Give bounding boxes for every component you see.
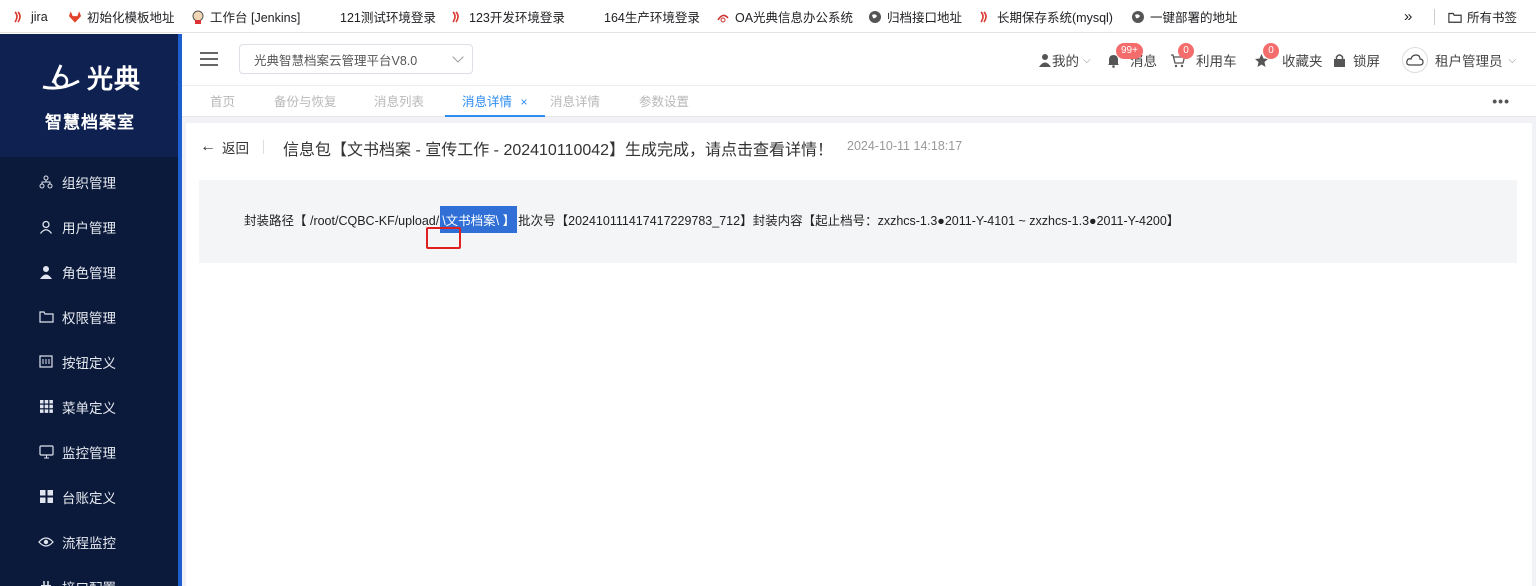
annotation-box xyxy=(426,227,461,249)
cloud-icon xyxy=(1406,54,1424,66)
bookmark-deploy[interactable]: 一键部署的地址 xyxy=(1131,0,1238,33)
tab-home[interactable]: 首页 xyxy=(210,87,235,117)
logo-icon xyxy=(42,64,80,90)
jira-icon xyxy=(12,10,26,24)
user-icon xyxy=(38,219,54,235)
app-subtitle: 智慧档案室 xyxy=(45,112,135,132)
batch-text: 批次号【20241011141741722978​3_712】封装内容【起止档号… xyxy=(518,213,1180,228)
mine-menu[interactable]: 我的 ⌵ xyxy=(1038,50,1091,70)
folder-icon xyxy=(38,309,54,325)
platform-select[interactable]: 光典智慧档案云管理平台V8.0 xyxy=(239,44,473,74)
sidebar-item-ledger[interactable]: 台账定义 xyxy=(0,474,180,519)
logo-area: 光典 智慧档案室 xyxy=(0,34,180,157)
message-time: 2024-10-11 14:18:17 xyxy=(847,139,963,153)
sidebar: 光典 智慧档案室 组织管理 用户管理 角色管理 权限管理 按钮定义 菜单定义 监… xyxy=(0,34,180,586)
arrow-left-icon: ← xyxy=(200,138,216,155)
divider xyxy=(263,140,264,154)
plug-icon xyxy=(38,579,54,586)
bookmark-121[interactable]: 121测试环境登录 xyxy=(340,0,436,33)
lock-screen-button[interactable]: 锁屏 xyxy=(1333,50,1380,70)
more-tabs-icon[interactable]: ••• xyxy=(1492,93,1510,109)
close-icon[interactable]: × xyxy=(521,95,528,109)
lock-icon xyxy=(1334,53,1345,67)
favorites-badge: 0 xyxy=(1263,43,1279,59)
sidebar-item-users[interactable]: 用户管理 xyxy=(0,204,180,249)
bookmark-archive-api[interactable]: 归档接口地址 xyxy=(868,0,962,33)
sidebar-item-monitor[interactable]: 监控管理 xyxy=(0,429,180,474)
bookmark-123[interactable]: 123开发环境登录 xyxy=(450,0,565,33)
bookmark-164[interactable]: 164生产环境登录 xyxy=(604,0,700,33)
role-icon xyxy=(38,264,54,280)
eye-icon xyxy=(38,534,54,550)
avatar xyxy=(1402,47,1428,73)
tab-bar: 首页 备份与恢复 消息列表 消息详情 × 消息详情 参数设置 ••• xyxy=(182,87,1536,117)
user-icon xyxy=(1039,54,1051,67)
gitlab-icon xyxy=(68,10,82,24)
chevron-down-icon xyxy=(452,51,464,63)
logo-icon xyxy=(716,10,730,24)
button-icon xyxy=(38,354,54,370)
tab-parameters[interactable]: 参数设置 xyxy=(639,87,689,117)
monitor-icon xyxy=(38,444,54,460)
jenkins-icon xyxy=(191,10,205,24)
sidebar-item-permissions[interactable]: 权限管理 xyxy=(0,294,180,339)
tab-message-detail-active[interactable]: 消息详情 × xyxy=(445,87,545,117)
bookmark-template[interactable]: 初始化模板地址 xyxy=(68,0,175,33)
user-menu[interactable]: 租户管理员 ⌵ xyxy=(1402,47,1516,73)
bookmarks-overflow[interactable]: » xyxy=(1404,0,1412,33)
bookmark-longterm[interactable]: 长期保存系统(mysql) xyxy=(978,0,1113,33)
bookmarks-bar: jira 初始化模板地址 工作台 [Jenkins] 121测试环境登录 123… xyxy=(0,0,1536,33)
chevron-down-icon: ⌵ xyxy=(1508,54,1517,66)
message-title: 信息包【文书档案 - 宣传工作 - 202410110042】生成完成，请点击查… xyxy=(283,142,834,159)
divider xyxy=(1434,9,1435,25)
logo[interactable]: 光典 xyxy=(39,59,141,96)
menu-toggle-icon[interactable] xyxy=(200,52,218,66)
bookmark-oa[interactable]: OA光典信息办公系统 xyxy=(716,0,853,33)
tab-message-list[interactable]: 消息列表 xyxy=(374,87,424,117)
bookmark-jira[interactable]: jira xyxy=(12,0,48,33)
message-content: 封装路径【 /root/CQBC-KF/upload/ \文书档案\ 】 批次号… xyxy=(244,205,1180,233)
globe-icon xyxy=(1131,10,1145,24)
tab-message-detail[interactable]: 消息详情 xyxy=(550,87,600,117)
chevron-down-icon: ⌵ xyxy=(1083,54,1091,66)
sidebar-item-workflow[interactable]: 流程监控 xyxy=(0,519,180,564)
folder-icon xyxy=(1448,10,1462,24)
globe-icon xyxy=(868,10,882,24)
tab-backup[interactable]: 备份与恢复 xyxy=(274,87,337,117)
sidebar-item-api[interactable]: 接口配置 xyxy=(0,564,180,586)
all-bookmarks[interactable]: 所有书签 xyxy=(1448,0,1517,33)
bookmark-jenkins[interactable]: 工作台 [Jenkins] xyxy=(191,0,300,33)
sidebar-item-buttons[interactable]: 按钮定义 xyxy=(0,339,180,384)
top-header: 光典智慧档案云管理平台V8.0 我的 ⌵ 消息 99+ 利用车 0 收藏夹 0 … xyxy=(182,34,1536,86)
path-prefix: 封装路径【 /root/CQBC-KF/upload/ xyxy=(244,213,440,228)
messages-badge: 99+ xyxy=(1116,43,1143,59)
back-button[interactable]: ← 返回 xyxy=(200,137,249,157)
apps-icon xyxy=(38,489,54,505)
sidebar-item-org[interactable]: 组织管理 xyxy=(0,159,180,204)
cart-badge: 0 xyxy=(1178,43,1194,59)
grid-icon xyxy=(38,399,54,415)
org-tree-icon xyxy=(38,174,54,190)
jira-icon xyxy=(978,10,992,24)
jira-icon xyxy=(450,10,464,24)
sidebar-item-roles[interactable]: 角色管理 xyxy=(0,249,180,294)
sidebar-item-menus[interactable]: 菜单定义 xyxy=(0,384,180,429)
